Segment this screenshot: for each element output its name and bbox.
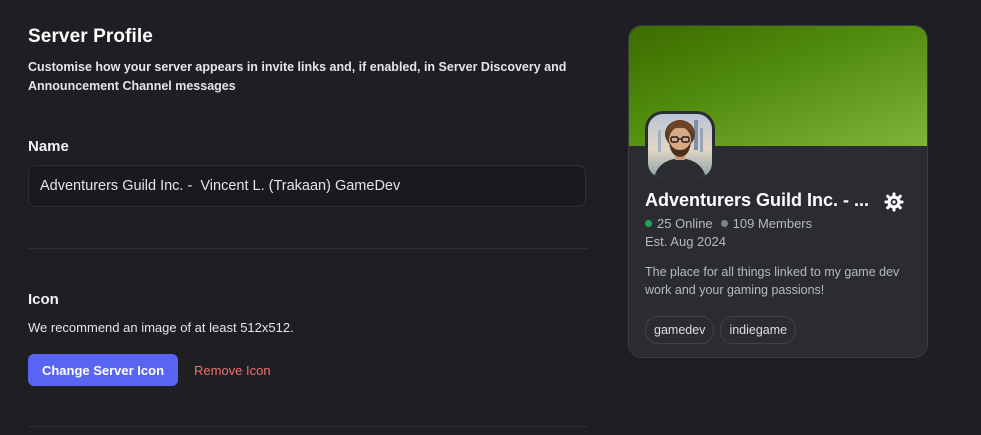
remove-icon-button[interactable]: Remove Icon [188,354,277,386]
online-count: 25 Online [657,216,713,231]
community-gear-icon [884,192,904,212]
name-label: Name [28,138,69,155]
members-status-dot [720,220,728,227]
established-date: Est. Aug 2024 [645,234,726,249]
server-name-input[interactable] [28,165,586,207]
section-divider [28,426,588,427]
tag-indiegame: indiegame [720,316,797,344]
page-title: Server Profile [28,26,153,47]
server-icon-frame [645,111,715,181]
tag-gamedev: gamedev [645,316,715,344]
preview-server-name: Adventurers Guild Inc. - ... [645,190,870,210]
page-subtitle: Customise how your server appears in inv… [28,60,567,93]
server-tags: gamedev indiegame [645,316,797,344]
server-description: The place for all things linked to my ga… [645,265,900,297]
server-stats: 25 Online 109 Members [645,216,812,231]
online-status-dot [645,220,652,227]
server-preview-card: Adventurers Guild Inc. - ... 25 Online 1… [628,25,928,358]
avatar-portrait-icon [654,120,706,178]
icon-hint: We recommend an image of at least 512x51… [28,320,294,335]
member-count: 109 Members [732,216,813,231]
change-server-icon-button[interactable]: Change Server Icon [28,354,178,386]
section-divider [28,248,588,249]
server-icon-avatar [648,114,712,178]
server-profile-page: Server Profile Customise how your server… [0,0,981,435]
icon-label: Icon [28,291,59,308]
